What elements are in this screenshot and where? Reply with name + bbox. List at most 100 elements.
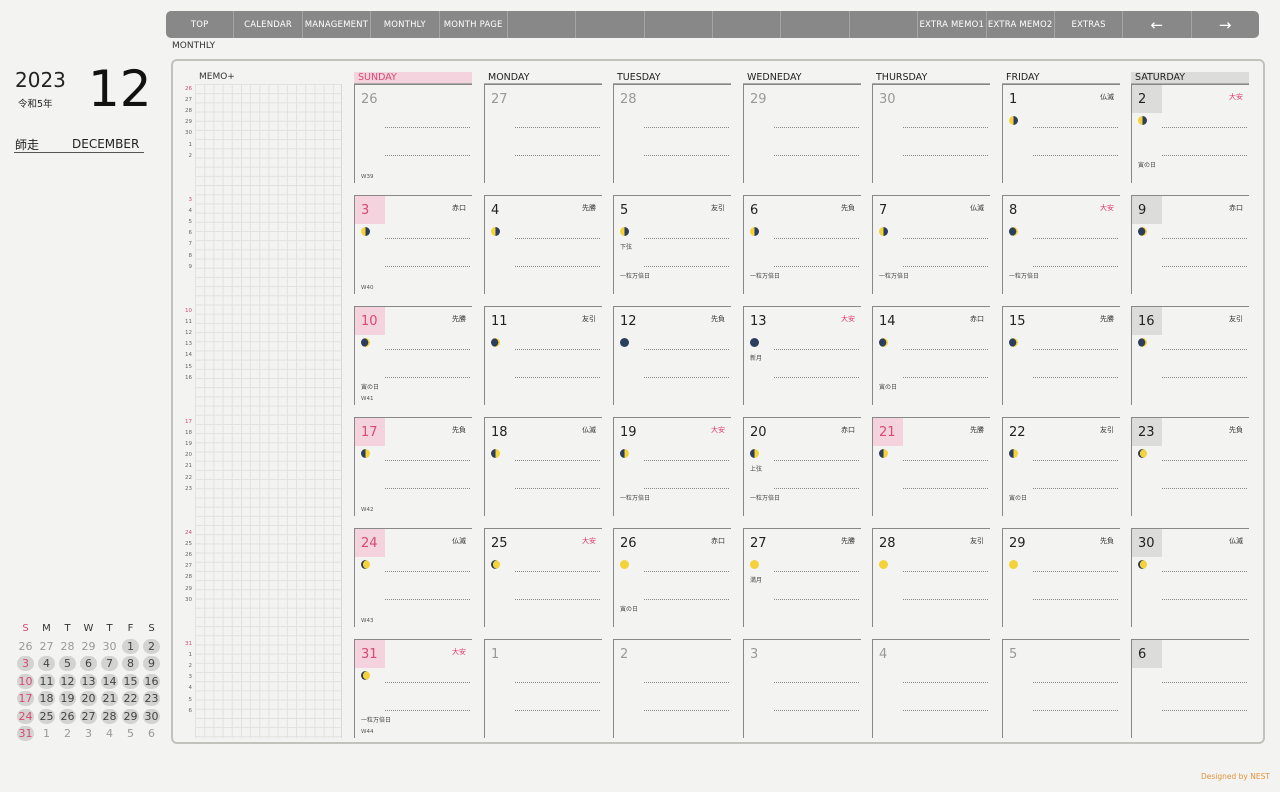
mini-calendar-day[interactable]: 2 xyxy=(57,726,78,741)
mini-calendar-day[interactable]: 15 xyxy=(120,673,141,689)
nav-button-extra-memo2[interactable]: EXTRA MEMO2 xyxy=(987,11,1055,38)
day-cell[interactable]: 15 先勝 xyxy=(1002,306,1120,405)
mini-calendar-day[interactable]: 31 xyxy=(15,726,36,742)
day-cell[interactable]: 11 友引 xyxy=(484,306,602,405)
day-cell[interactable]: 16 友引 xyxy=(1131,306,1249,405)
mini-calendar-day[interactable]: 19 xyxy=(57,691,78,707)
mini-calendar-day[interactable]: 26 xyxy=(15,639,36,654)
mini-calendar-day[interactable]: 30 xyxy=(99,639,120,654)
nav-button-blank-9[interactable] xyxy=(781,11,850,38)
mini-calendar-day[interactable]: 18 xyxy=(36,691,57,707)
memo-grid[interactable] xyxy=(195,84,342,738)
mini-calendar-day[interactable]: 25 xyxy=(36,708,57,724)
day-cell[interactable]: 3 xyxy=(743,639,861,738)
day-cell[interactable]: 31 大安 一粒万倍日 W44 xyxy=(354,639,472,738)
nav-button-extra-memo1[interactable]: EXTRA MEMO1 xyxy=(918,11,987,38)
day-cell[interactable]: 21 先勝 xyxy=(872,417,990,516)
nav-button-blank-8[interactable] xyxy=(713,11,782,38)
day-cell[interactable]: 7 仏滅 一粒万倍日 xyxy=(872,195,990,294)
mini-calendar-day[interactable]: 1 xyxy=(36,726,57,741)
mini-calendar-day[interactable]: 4 xyxy=(36,656,57,672)
day-cell[interactable]: 9 赤口 xyxy=(1131,195,1249,294)
day-cell[interactable]: 22 友引 寅の日 xyxy=(1002,417,1120,516)
day-cell[interactable]: 5 友引 下弦 一粒万倍日 xyxy=(613,195,731,294)
day-cell[interactable]: 2 大安 寅の日 xyxy=(1131,84,1249,183)
mini-calendar-day[interactable]: 10 xyxy=(15,673,36,689)
mini-calendar-day[interactable]: 14 xyxy=(99,673,120,689)
mini-calendar-day[interactable]: 28 xyxy=(99,708,120,724)
mini-calendar-day[interactable]: 17 xyxy=(15,691,36,707)
day-cell[interactable]: 10 先勝 寅の日 W41 xyxy=(354,306,472,405)
mini-calendar-day[interactable]: 6 xyxy=(78,656,99,672)
day-cell[interactable]: 19 大安 一粒万倍日 xyxy=(613,417,731,516)
day-cell[interactable]: 30 仏滅 xyxy=(1131,528,1249,627)
mini-calendar-day[interactable]: 1 xyxy=(120,638,141,654)
nav-button-blank-7[interactable] xyxy=(645,11,713,38)
day-cell[interactable]: 4 xyxy=(872,639,990,738)
day-cell[interactable]: 27 xyxy=(484,84,602,183)
day-cell[interactable]: 8 大安 一粒万倍日 xyxy=(1002,195,1120,294)
day-cell[interactable]: 1 仏滅 xyxy=(1002,84,1120,183)
nav-button-top[interactable]: TOP xyxy=(166,11,235,38)
day-cell[interactable]: 2 xyxy=(613,639,731,738)
day-cell[interactable]: 23 先負 xyxy=(1131,417,1249,516)
nav-button-→[interactable]: → xyxy=(1192,11,1259,38)
nav-button-blank-10[interactable] xyxy=(850,11,919,38)
day-cell[interactable]: 5 xyxy=(1002,639,1120,738)
day-cell[interactable]: 25 大安 xyxy=(484,528,602,627)
day-cell[interactable]: 6 先負 一粒万倍日 xyxy=(743,195,861,294)
day-cell[interactable]: 12 先負 xyxy=(613,306,731,405)
nav-button-←[interactable]: ← xyxy=(1123,11,1192,38)
day-cell[interactable]: 13 大安 新月 xyxy=(743,306,861,405)
day-cell[interactable]: 28 xyxy=(613,84,731,183)
day-cell[interactable]: 30 xyxy=(872,84,990,183)
mini-calendar-day[interactable]: 26 xyxy=(57,708,78,724)
mini-calendar-day[interactable]: 29 xyxy=(120,708,141,724)
mini-calendar-day[interactable]: 16 xyxy=(141,673,162,689)
mini-calendar-day[interactable]: 5 xyxy=(57,656,78,672)
day-cell[interactable]: 27 先勝 満月 xyxy=(743,528,861,627)
mini-calendar-day[interactable]: 27 xyxy=(78,708,99,724)
day-cell[interactable]: 20 赤口 上弦 一粒万倍日 xyxy=(743,417,861,516)
day-cell[interactable]: 24 仏滅 W43 xyxy=(354,528,472,627)
day-cell[interactable]: 17 先負 W42 xyxy=(354,417,472,516)
mini-calendar-day[interactable]: 3 xyxy=(78,726,99,741)
day-cell[interactable]: 1 xyxy=(484,639,602,738)
nav-button-blank-5[interactable] xyxy=(508,11,577,38)
day-cell[interactable]: 18 仏滅 xyxy=(484,417,602,516)
mini-calendar-day[interactable]: 8 xyxy=(120,656,141,672)
nav-button-extras[interactable]: EXTRAS xyxy=(1055,11,1124,38)
mini-calendar-day[interactable]: 27 xyxy=(36,639,57,654)
mini-calendar-day[interactable]: 3 xyxy=(15,656,36,672)
day-cell[interactable]: 6 xyxy=(1131,639,1249,738)
day-cell[interactable]: 3 赤口 W40 xyxy=(354,195,472,294)
day-cell[interactable]: 29 xyxy=(743,84,861,183)
mini-calendar-day[interactable]: 28 xyxy=(57,639,78,654)
mini-calendar-day[interactable]: 23 xyxy=(141,691,162,707)
nav-button-management[interactable]: MANAGEMENT xyxy=(303,11,372,38)
mini-calendar-day[interactable]: 22 xyxy=(120,691,141,707)
day-cell[interactable]: 29 先負 xyxy=(1002,528,1120,627)
mini-calendar-day[interactable]: 20 xyxy=(78,691,99,707)
day-cell[interactable]: 26 赤口 寅の日 xyxy=(613,528,731,627)
nav-button-calendar[interactable]: CALENDAR xyxy=(234,11,303,38)
mini-calendar-day[interactable]: 4 xyxy=(99,726,120,741)
mini-calendar-day[interactable]: 7 xyxy=(99,656,120,672)
mini-calendar-day[interactable]: 29 xyxy=(78,639,99,654)
mini-calendar-day[interactable]: 2 xyxy=(141,638,162,654)
mini-calendar-day[interactable]: 13 xyxy=(78,673,99,689)
mini-calendar-day[interactable]: 12 xyxy=(57,673,78,689)
day-cell[interactable]: 26 W39 xyxy=(354,84,472,183)
nav-button-blank-6[interactable] xyxy=(576,11,645,38)
mini-calendar-day[interactable]: 21 xyxy=(99,691,120,707)
mini-calendar-day[interactable]: 5 xyxy=(120,726,141,741)
day-cell[interactable]: 14 赤口 寅の日 xyxy=(872,306,990,405)
nav-button-monthly[interactable]: MONTHLY xyxy=(371,11,440,38)
mini-calendar-day[interactable]: 11 xyxy=(36,673,57,689)
day-cell[interactable]: 28 友引 xyxy=(872,528,990,627)
nav-button-month-page[interactable]: MONTH PAGE xyxy=(440,11,508,38)
mini-calendar-day[interactable]: 24 xyxy=(15,708,36,724)
mini-calendar-day[interactable]: 30 xyxy=(141,708,162,724)
mini-calendar-day[interactable]: 6 xyxy=(141,726,162,741)
day-cell[interactable]: 4 先勝 xyxy=(484,195,602,294)
